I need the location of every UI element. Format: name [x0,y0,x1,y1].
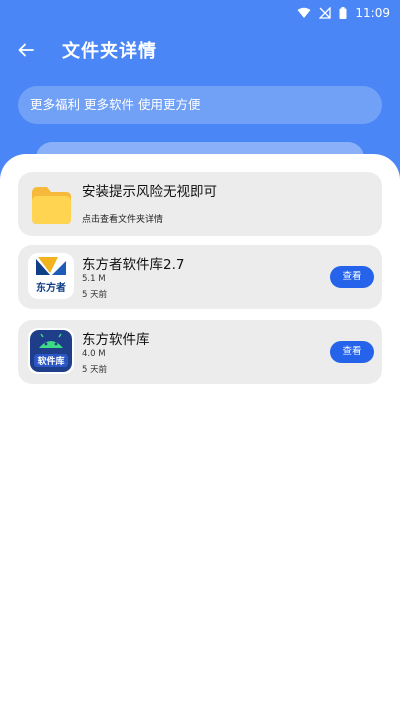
app-card[interactable]: 软件库 东方软件库 4.0 M 5 天前 查看 [18,320,382,384]
promo-banner[interactable]: 更多福利 更多软件 使用更方便 [18,86,382,124]
app-name: 东方软件库 [82,332,150,348]
app-size: 4.0 M [82,349,106,359]
status-bar: 11:09 [0,0,400,26]
folder-icon [32,187,71,224]
dongfangzhe-logo-icon: 东方者 [28,253,74,299]
app-age: 5 天前 [82,290,108,300]
folder-card[interactable]: 安装提示风险无视即可 点击查看文件夹详情 [18,172,382,236]
back-button[interactable] [14,38,38,62]
status-time: 11:09 [355,6,390,20]
content-sheet [0,154,400,720]
folder-title: 安装提示风险无视即可 [82,184,217,200]
view-button[interactable]: 查看 [330,266,374,288]
view-button[interactable]: 查看 [330,341,374,363]
app-age: 5 天前 [82,365,108,375]
app-card[interactable]: 东方者 东方者软件库2.7 5.1 M 5 天前 查看 [18,245,382,309]
app-name: 东方者软件库2.7 [82,257,185,273]
wifi-icon [297,7,311,19]
app-size: 5.1 M [82,274,106,284]
back-arrow-icon [18,43,34,57]
app-header: 文件夹详情 [0,30,400,70]
folder-subtitle: 点击查看文件夹详情 [82,215,164,225]
android-software-icon: 软件库 [28,328,74,374]
page-title: 文件夹详情 [62,41,157,62]
svg-text:软件库: 软件库 [37,355,64,367]
battery-icon [339,7,347,19]
no-signal-icon [319,7,332,19]
svg-text:东方者: 东方者 [36,281,66,294]
